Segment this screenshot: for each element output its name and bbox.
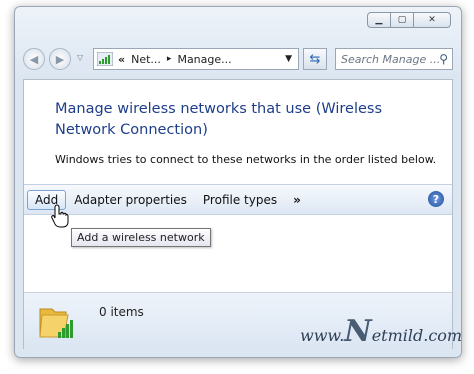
page-title: Manage wireless networks that use (Wirel… — [55, 101, 383, 138]
watermark-suffix: etmild.com — [371, 326, 463, 345]
help-icon[interactable]: ? — [428, 191, 444, 207]
refresh-button[interactable]: ⇆ — [303, 48, 327, 70]
maximize-button[interactable]: ▢ — [390, 12, 414, 28]
forward-arrow-icon: ▶ — [55, 52, 65, 66]
address-dropdown-icon[interactable]: ▼ — [285, 54, 292, 64]
back-button[interactable]: ◀ — [23, 48, 45, 70]
caption-buttons: ▁ ▢ ✕ — [367, 12, 451, 28]
minimize-button[interactable]: ▁ — [367, 12, 391, 28]
command-bar: Add Adapter properties Profile types » ? — [24, 184, 452, 215]
back-arrow-icon: ◀ — [29, 52, 39, 66]
address-overflow-chevron[interactable]: « — [118, 53, 125, 66]
forward-button[interactable]: ▶ — [49, 48, 71, 70]
refresh-icon: ⇆ — [309, 51, 321, 67]
adapter-properties-button[interactable]: Adapter properties — [66, 190, 195, 210]
page-description: Windows tries to connect to these networ… — [55, 153, 437, 166]
hand-pointer-icon — [51, 204, 69, 228]
search-icon[interactable]: ⚲ — [439, 52, 448, 66]
more-commands-button[interactable]: » — [285, 190, 309, 210]
breadcrumb-separator[interactable]: ▸ — [167, 54, 172, 64]
site-watermark: www.Netmild.com — [300, 314, 462, 349]
network-signal-icon — [97, 52, 113, 66]
navigation-bar: ◀ ▶ ▽ « Net... ▸ Manage... ▼ ⇆ Search Ma… — [23, 47, 453, 73]
search-input[interactable]: Search Manage ... ⚲ — [335, 48, 453, 70]
address-bar[interactable]: « Net... ▸ Manage... ▼ — [93, 48, 299, 70]
control-panel-window: ▁ ▢ ✕ ◀ ▶ ▽ « Net... ▸ Manage... ▼ ⇆ Sea… — [14, 6, 462, 358]
item-count: 0 items — [99, 305, 144, 319]
search-placeholder: Search Manage ... — [341, 52, 441, 66]
main-content: Manage wireless networks that use (Wirel… — [23, 79, 453, 349]
profile-types-button[interactable]: Profile types — [195, 190, 285, 210]
close-button[interactable]: ✕ — [413, 12, 451, 28]
wireless-folder-icon — [39, 308, 73, 338]
breadcrumb-manage[interactable]: Manage... — [177, 53, 231, 66]
watermark-letter: N — [344, 314, 372, 349]
add-tooltip: Add a wireless network — [71, 228, 211, 247]
recent-pages-dropdown[interactable]: ▽ — [77, 53, 83, 62]
watermark-prefix: www. — [300, 326, 345, 345]
breadcrumb-network[interactable]: Net... — [131, 53, 161, 66]
